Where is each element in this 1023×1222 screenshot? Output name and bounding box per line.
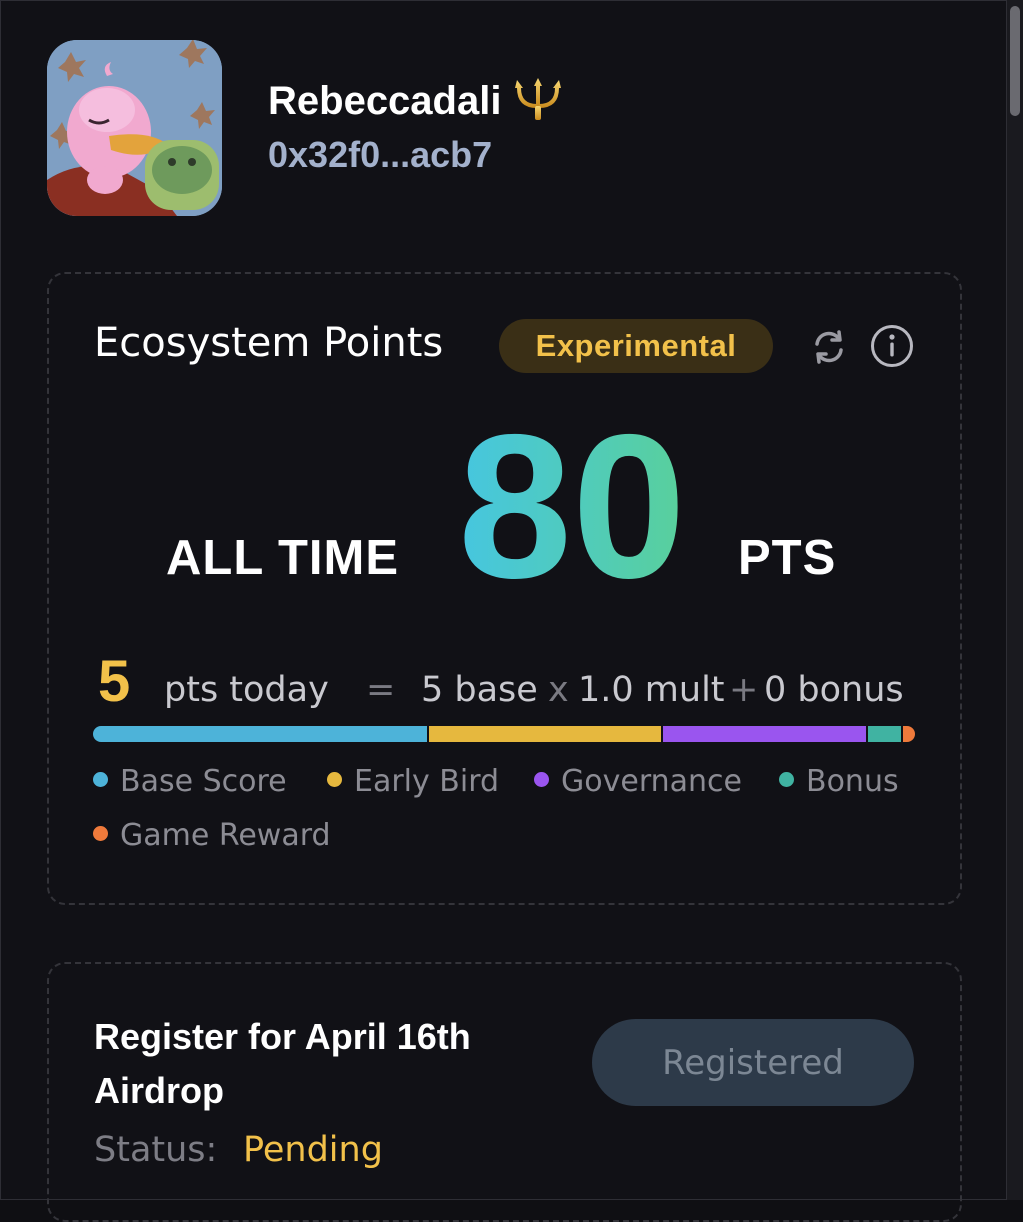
equals-sign: = — [366, 670, 396, 710]
plus-sign: + — [729, 670, 759, 710]
wallet-address[interactable]: 0x32f0...acb7 — [268, 134, 492, 176]
legend-bonus: Bonus — [779, 764, 899, 799]
all-time-label: ALL TIME — [166, 531, 400, 585]
today-points-value: 5 — [98, 649, 131, 714]
trident-icon — [513, 76, 563, 130]
bar-segment-bonus — [866, 726, 901, 742]
experimental-badge: Experimental — [499, 319, 773, 373]
info-button[interactable] — [870, 324, 914, 368]
legend-label: Game Reward — [120, 818, 331, 853]
times-sign: x — [548, 670, 569, 710]
airdrop-title: Register for April 16th Airdrop — [94, 1016, 471, 1111]
points-breakdown-bar — [93, 726, 915, 742]
legend-dot — [327, 772, 342, 787]
legend-label: Bonus — [806, 764, 899, 799]
legend-game-reward: Game Reward — [93, 818, 331, 853]
registered-button[interactable]: Registered — [592, 1019, 914, 1106]
username: Rebeccadali — [268, 76, 563, 130]
legend-dot — [93, 826, 108, 841]
refresh-button[interactable] — [808, 326, 850, 368]
all-time-points: 80 — [440, 392, 705, 621]
multiplier: 1.0 mult — [578, 670, 725, 710]
info-icon — [871, 325, 913, 367]
scrollbar[interactable] — [1007, 0, 1023, 1200]
refresh-icon — [815, 330, 843, 364]
legend-governance: Governance — [534, 764, 742, 799]
avatar — [47, 40, 222, 216]
legend-base-score: Base Score — [93, 764, 287, 799]
username-text: Rebeccadali — [268, 79, 502, 123]
status-label: Status: — [94, 1130, 218, 1170]
bonus-points: 0 bonus — [764, 670, 904, 710]
legend-dot — [779, 772, 794, 787]
bar-segment-base-score — [93, 726, 427, 742]
legend-label: Base Score — [120, 764, 287, 799]
status-value: Pending — [243, 1130, 383, 1170]
legend-label: Governance — [561, 764, 742, 799]
points-title: Ecosystem Points — [94, 320, 444, 366]
pts-unit-label: PTS — [738, 531, 837, 585]
legend-dot — [93, 772, 108, 787]
legend-early-bird: Early Bird — [327, 764, 499, 799]
legend-label: Early Bird — [354, 764, 500, 799]
bar-segment-early-bird — [426, 726, 661, 742]
bar-segment-governance — [660, 726, 867, 742]
base-points: 5 base — [421, 670, 538, 710]
scrollbar-thumb[interactable] — [1010, 6, 1020, 116]
today-label: pts today — [164, 670, 329, 710]
all-time-value: 80 — [458, 405, 686, 605]
legend-dot — [534, 772, 549, 787]
